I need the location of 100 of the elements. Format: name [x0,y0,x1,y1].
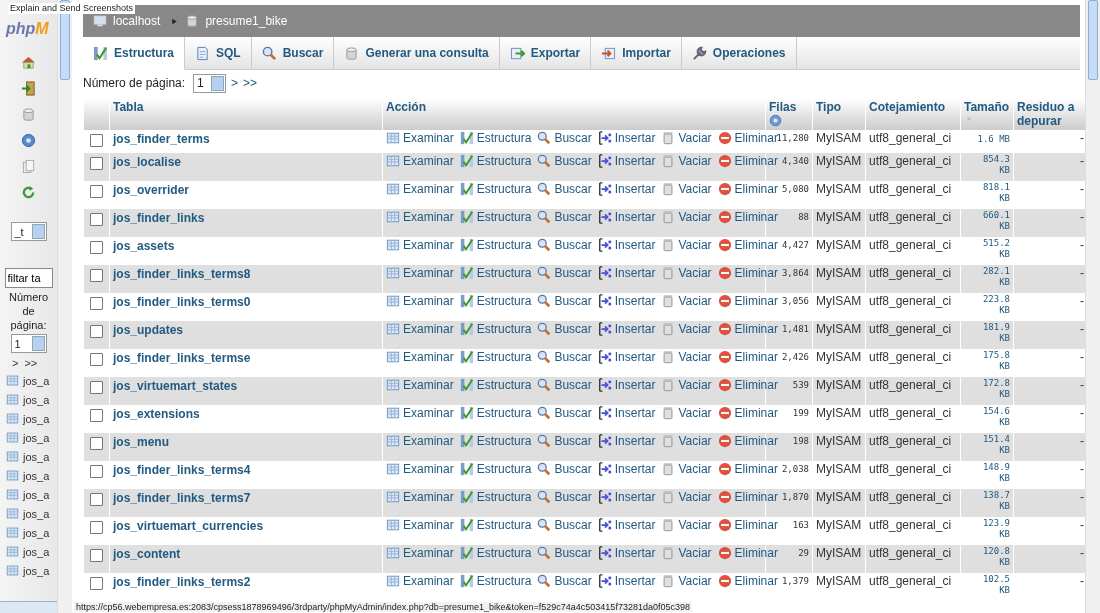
row-checkbox[interactable] [90,134,103,147]
action-link[interactable]: Insertar [597,294,656,308]
table-name-link[interactable]: jos_assets [113,239,175,253]
horizontal-scrollbar[interactable] [0,601,57,613]
action-link[interactable]: Examinar [386,238,454,252]
table-name-link[interactable]: jos_updates [113,323,184,337]
action-link[interactable]: Examinar [386,322,454,336]
sidebar-table-link[interactable]: jos_a [23,507,50,520]
page-link[interactable]: >> [243,76,258,90]
sidebar-table-link[interactable]: jos_a [23,564,50,577]
row-checkbox[interactable] [90,493,103,506]
action-link[interactable]: Buscar [537,378,592,392]
action-link[interactable]: Insertar [597,131,656,145]
action-link[interactable]: Estructura [459,518,532,532]
action-link[interactable]: Examinar [386,182,454,196]
action-link[interactable]: Vaciar [661,546,712,560]
row-checkbox[interactable] [90,325,103,338]
action-link[interactable]: Eliminar [717,182,778,196]
action-link[interactable]: Vaciar [661,322,712,336]
sidebar-table-link[interactable]: jos_a [23,469,50,482]
logo[interactable]: phpM [6,20,49,38]
tab[interactable]: Buscar [251,37,335,69]
action-link[interactable]: Vaciar [661,350,712,364]
action-link[interactable]: Buscar [537,154,592,168]
table-name-link[interactable]: jos_menu [113,435,169,449]
action-link[interactable]: Buscar [537,434,592,448]
action-link[interactable]: Vaciar [661,490,712,504]
row-checkbox[interactable] [90,549,103,562]
sidebar-table-link[interactable]: jos_a [23,488,50,501]
table-name-link[interactable]: jos_finder_terms [113,132,210,146]
row-checkbox[interactable] [90,213,103,226]
action-link[interactable]: Vaciar [661,154,712,168]
tab[interactable]: SQL [185,37,252,69]
page-link[interactable]: > [12,357,19,369]
action-link[interactable]: Buscar [537,322,592,336]
page-select[interactable]: 1 [193,73,227,93]
action-link[interactable]: Estructura [459,490,532,504]
action-link[interactable]: Vaciar [661,434,712,448]
action-link[interactable]: Eliminar [717,546,778,560]
action-link[interactable]: Vaciar [661,266,712,280]
action-link[interactable]: Buscar [537,518,592,532]
page-link[interactable]: >> [24,357,38,369]
action-link[interactable]: Eliminar [717,154,778,168]
action-link[interactable]: Insertar [597,434,656,448]
action-link[interactable]: Examinar [386,574,454,588]
row-checkbox[interactable] [90,381,103,394]
column-header[interactable]: Filas [765,98,812,130]
action-link[interactable]: Vaciar [661,406,712,420]
filter-field[interactable]: filtar ta [4,268,53,288]
action-link[interactable]: Eliminar [717,574,778,588]
action-link[interactable]: Insertar [597,322,656,336]
action-link[interactable]: Examinar [386,154,454,168]
action-link[interactable]: Buscar [537,574,592,588]
action-link[interactable]: Estructura [459,406,532,420]
action-link[interactable]: Eliminar [717,210,778,224]
action-link[interactable]: Vaciar [661,294,712,308]
action-link[interactable]: Insertar [597,182,656,196]
action-link[interactable]: Insertar [597,378,656,392]
action-link[interactable]: Vaciar [661,131,712,145]
action-link[interactable]: Eliminar [717,434,778,448]
action-link[interactable]: Estructura [459,131,532,145]
row-checkbox[interactable] [90,297,103,310]
database-select[interactable]: _t [10,222,47,241]
table-name-link[interactable]: jos_overrider [113,183,190,197]
action-link[interactable]: Estructura [459,350,532,364]
action-link[interactable]: Buscar [537,238,592,252]
action-link[interactable]: Buscar [537,462,592,476]
column-header[interactable]: Tamaño [960,98,1013,130]
table-name-link[interactable]: jos_virtuemart_currencies [113,519,264,533]
action-link[interactable]: Estructura [459,434,532,448]
row-checkbox[interactable] [90,409,103,422]
sidebar-table-link[interactable]: jos_a [23,374,50,387]
action-link[interactable]: Eliminar [717,266,778,280]
action-link[interactable]: Estructura [459,154,532,168]
action-link[interactable]: Vaciar [661,378,712,392]
action-link[interactable]: Insertar [597,518,656,532]
action-link[interactable]: Eliminar [717,518,778,532]
table-name-link[interactable]: jos_finder_links_terms0 [113,295,251,309]
scrollbar[interactable] [1085,0,1100,613]
row-checkbox[interactable] [90,577,103,590]
action-link[interactable]: Estructura [459,210,532,224]
action-link[interactable]: Buscar [537,266,592,280]
action-link[interactable]: Vaciar [661,182,712,196]
action-link[interactable]: Insertar [597,462,656,476]
action-link[interactable]: Insertar [597,406,656,420]
action-link[interactable]: Examinar [386,406,454,420]
column-header[interactable]: Residuo a depurar [1013,98,1087,130]
table-name-link[interactable]: jos_extensions [113,407,200,421]
action-link[interactable]: Buscar [537,210,592,224]
breadcrumb-link[interactable]: localhost [113,14,161,28]
table-name-link[interactable]: jos_finder_links_terms2 [113,575,251,589]
sidebar-table-link[interactable]: jos_a [23,545,50,558]
page-select[interactable]: 1 [10,334,47,353]
action-link[interactable]: Insertar [597,210,656,224]
tab[interactable]: Generar una consulta [334,37,500,69]
action-link[interactable]: Vaciar [661,462,712,476]
action-link[interactable]: Estructura [459,322,532,336]
tab[interactable]: Estructura [83,37,186,70]
action-link[interactable]: Estructura [459,294,532,308]
page-link[interactable]: > [231,76,239,90]
